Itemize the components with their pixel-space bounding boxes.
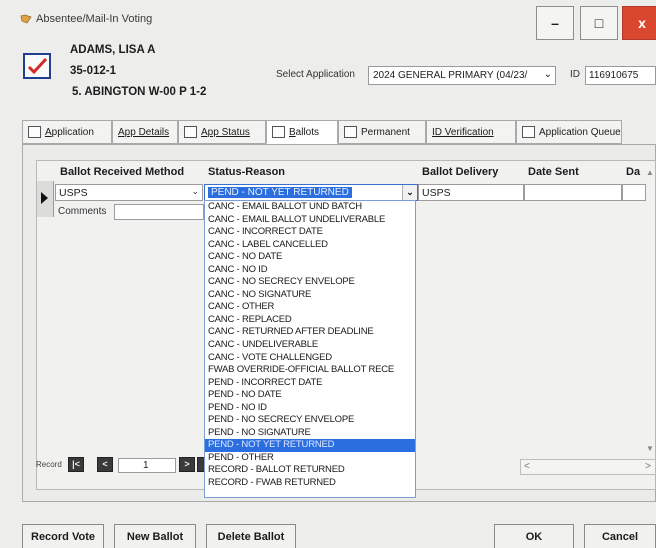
- current-row-indicator[interactable]: [37, 181, 54, 217]
- application-id-field[interactable]: 116910675: [585, 66, 656, 85]
- checkmark-icon: [27, 57, 48, 75]
- ballot-delivery-field[interactable]: USPS: [418, 184, 524, 201]
- status-reason-dropdown-list[interactable]: CANC - EMAIL BALLOT UND BATCH CANC - EMAI…: [204, 200, 416, 498]
- col-header-received-method[interactable]: Ballot Received Method: [60, 166, 184, 182]
- date-more-field[interactable]: [622, 184, 646, 201]
- select-application-label: Select Application: [276, 69, 355, 80]
- title-bar: Absentee/Mail-In Voting – □ x: [0, 0, 656, 40]
- voter-name: ADAMS, LISA A: [70, 44, 156, 56]
- status-option[interactable]: CANC - NO SIGNATURE: [205, 289, 415, 302]
- previous-record-button[interactable]: <: [97, 457, 113, 472]
- record-vote-button[interactable]: Record Vote: [22, 524, 104, 548]
- received-method-select[interactable]: USPS ⌄: [55, 184, 203, 201]
- comments-label: Comments: [58, 206, 107, 217]
- horizontal-scrollbar[interactable]: < >: [520, 459, 656, 475]
- chevron-down-icon: ⌄: [191, 186, 199, 196]
- status-option[interactable]: CANC - OTHER: [205, 301, 415, 314]
- status-option[interactable]: CANC - NO DATE: [205, 251, 415, 264]
- status-option[interactable]: CANC - EMAIL BALLOT UNDELIVERABLE: [205, 214, 415, 227]
- voter-id-number: 35-012-1: [70, 65, 117, 77]
- status-option[interactable]: RECORD - FWAB RETURNED: [205, 477, 415, 490]
- tab-ballots[interactable]: Ballots: [266, 120, 338, 144]
- new-ballot-button[interactable]: New Ballot: [114, 524, 196, 548]
- tab-permanent[interactable]: Permanent: [338, 120, 426, 144]
- dropdown-arrow-icon[interactable]: ⌄: [402, 185, 417, 200]
- status-option[interactable]: CANC - REPLACED: [205, 314, 415, 327]
- close-button[interactable]: x: [622, 6, 656, 40]
- tab-app-status[interactable]: App Status: [178, 120, 266, 144]
- col-header-status-reason[interactable]: Status-Reason: [208, 166, 285, 182]
- status-option[interactable]: PEND - NO SECRECY ENVELOPE: [205, 414, 415, 427]
- ok-button[interactable]: OK: [494, 524, 574, 548]
- status-option[interactable]: CANC - VOTE CHALLENGED: [205, 352, 415, 365]
- scroll-up-icon[interactable]: ▲: [646, 168, 654, 177]
- tab-application[interactable]: Application: [22, 120, 112, 144]
- app-icon: [20, 14, 32, 24]
- status-option[interactable]: CANC - INCORRECT DATE: [205, 226, 415, 239]
- status-icon: [184, 126, 197, 138]
- cancel-button[interactable]: Cancel: [584, 524, 656, 548]
- status-option[interactable]: CANC - RETURNED AFTER DEADLINE: [205, 326, 415, 339]
- maximize-button[interactable]: □: [580, 6, 618, 40]
- queue-icon: [522, 126, 535, 138]
- minimize-button[interactable]: –: [536, 6, 574, 40]
- tab-application-queue[interactable]: Application Queue: [516, 120, 622, 144]
- tab-strip: Application App Details App Status Ballo…: [22, 120, 656, 144]
- voter-check-icon: [23, 53, 51, 79]
- status-option[interactable]: RECORD - BALLOT RETURNED: [205, 464, 415, 477]
- select-application-dropdown[interactable]: 2024 GENERAL PRIMARY (04/23/ ⌄: [368, 66, 556, 85]
- status-option[interactable]: CANC - NO ID: [205, 264, 415, 277]
- tab-app-details[interactable]: App Details: [112, 120, 178, 144]
- absentee-voting-window: Absentee/Mail-In Voting – □ x ADAMS, LIS…: [0, 0, 656, 548]
- record-number-field[interactable]: 1: [118, 458, 176, 473]
- scroll-right-icon[interactable]: >: [645, 461, 651, 472]
- status-option[interactable]: CANC - LABEL CANCELLED: [205, 239, 415, 252]
- col-header-date-more[interactable]: Da: [626, 166, 640, 182]
- col-header-ballot-delivery[interactable]: Ballot Delivery: [422, 166, 498, 182]
- status-option[interactable]: FWAB OVERRIDE-OFFICIAL BALLOT RECE: [205, 364, 415, 377]
- tab-id-verification[interactable]: ID Verification: [426, 120, 516, 144]
- status-reason-select[interactable]: PEND - NOT YET RETURNED ⌄: [204, 184, 418, 201]
- status-option[interactable]: PEND - NO ID: [205, 402, 415, 415]
- record-nav-label: Record: [36, 460, 62, 469]
- permanent-icon: [344, 126, 357, 138]
- ballots-icon: [272, 126, 285, 138]
- status-option[interactable]: PEND - OTHER: [205, 452, 415, 465]
- application-icon: [28, 126, 41, 138]
- status-option[interactable]: PEND - NO SIGNATURE: [205, 427, 415, 440]
- date-sent-field[interactable]: [524, 184, 622, 201]
- delete-ballot-button[interactable]: Delete Ballot: [206, 524, 296, 548]
- row-pointer-icon: [41, 192, 48, 204]
- first-record-button[interactable]: |<: [68, 457, 84, 472]
- status-option[interactable]: CANC - EMAIL BALLOT UND BATCH: [205, 201, 415, 214]
- status-option[interactable]: PEND - INCORRECT DATE: [205, 377, 415, 390]
- status-option[interactable]: CANC - NO SECRECY ENVELOPE: [205, 276, 415, 289]
- scroll-down-icon[interactable]: ▼: [646, 444, 654, 453]
- status-option[interactable]: CANC - UNDELIVERABLE: [205, 339, 415, 352]
- col-header-date-sent[interactable]: Date Sent: [528, 166, 579, 182]
- chevron-down-icon: ⌄: [543, 69, 552, 80]
- scroll-left-icon[interactable]: <: [524, 461, 530, 472]
- window-title: Absentee/Mail-In Voting: [36, 13, 153, 25]
- application-id-label: ID: [570, 69, 580, 80]
- voter-precinct: 5. ABINGTON W-00 P 1-2: [72, 86, 207, 98]
- status-option[interactable]: PEND - NO DATE: [205, 389, 415, 402]
- next-record-button[interactable]: >: [179, 457, 195, 472]
- status-option[interactable]: PEND - NOT YET RETURNED: [205, 439, 415, 452]
- comments-field[interactable]: [114, 204, 204, 220]
